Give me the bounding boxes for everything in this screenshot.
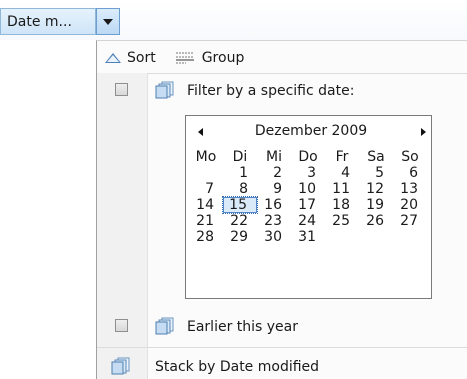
calendar-prev-icon[interactable] [198, 128, 203, 136]
calendar-empty-cell [359, 229, 393, 245]
calendar-month-title[interactable]: Dezember 2009 [226, 123, 396, 139]
calendar-day[interactable]: 17 [291, 197, 325, 213]
calendar-day[interactable]: 28 [189, 229, 223, 245]
column-header-label: Date m... [7, 13, 72, 30]
calendar-day[interactable]: 18 [325, 197, 359, 213]
stack-by-date-modified[interactable]: Stack by Date modified [155, 359, 319, 375]
filter-by-date-label[interactable]: Filter by a specific date: [187, 83, 354, 99]
popup-icon-gutter [97, 73, 148, 379]
calendar-day[interactable]: 30 [257, 229, 291, 245]
calendar-day[interactable]: 23 [257, 213, 291, 229]
sort-ascending-icon[interactable] [105, 53, 121, 63]
calendar-day[interactable]: 19 [359, 197, 393, 213]
stack-icon [155, 81, 174, 99]
calendar-day[interactable]: 25 [325, 213, 359, 229]
sort-group-row: Sort Group [105, 47, 244, 69]
calendar-day[interactable]: 12 [359, 181, 393, 197]
calendar-day[interactable]: 14 [189, 197, 223, 213]
calendar-day[interactable]: 13 [393, 181, 427, 197]
calendar-day[interactable]: 26 [359, 213, 393, 229]
filter-date-checkbox[interactable] [115, 83, 128, 96]
calendar-empty-cell [189, 165, 223, 181]
column-filter-dropdown-button[interactable] [96, 8, 120, 35]
calendar-day[interactable]: 7 [189, 181, 223, 197]
calendar-day[interactable]: 21 [189, 213, 223, 229]
weekday-header: Fr [335, 149, 349, 165]
calendar-day[interactable]: 9 [257, 181, 291, 197]
column-header-bar: Date m... [0, 0, 467, 40]
calendar-day[interactable]: 11 [325, 181, 359, 197]
stack-icon [155, 317, 174, 335]
dropdown-arrow-icon [103, 18, 113, 25]
weekday-header: Mi [266, 149, 282, 165]
weekday-header: Do [298, 149, 318, 165]
calendar-grid: Mo Di Mi Do Fr Sa So 1 2 3 4 5 6 7 8 9 10 11 12 13 14 15 16 17 1… [189, 149, 430, 245]
calendar-day[interactable]: 20 [393, 197, 427, 213]
calendar-day[interactable]: 24 [291, 213, 325, 229]
calendar-day[interactable]: 6 [393, 165, 427, 181]
calendar-next-icon[interactable] [421, 128, 426, 136]
stack-icon [111, 357, 130, 375]
calendar-day[interactable]: 4 [325, 165, 359, 181]
calendar-day[interactable]: 5 [359, 165, 393, 181]
group-icon[interactable] [174, 51, 196, 65]
sort-button[interactable]: Sort [127, 50, 156, 66]
weekday-header: So [401, 149, 419, 165]
calendar-day[interactable]: 16 [257, 197, 291, 213]
weekday-header: Sa [367, 149, 385, 165]
calendar-day[interactable]: 27 [393, 213, 427, 229]
calendar-day[interactable]: 15 [222, 196, 258, 214]
date-picker-calendar[interactable]: Dezember 2009 Mo Di Mi Do Fr Sa So 1 2 3 4 5 6 7 8 9 10 1… [185, 115, 432, 299]
separator [147, 73, 467, 74]
calendar-day[interactable]: 3 [291, 165, 325, 181]
weekday-header: Di [232, 149, 248, 165]
calendar-day[interactable]: 22 [223, 213, 257, 229]
calendar-day[interactable]: 1 [223, 165, 257, 181]
earlier-this-year-label[interactable]: Earlier this year [187, 319, 298, 335]
calendar-day[interactable]: 10 [291, 181, 325, 197]
date-modified-column-header[interactable]: Date m... [0, 8, 96, 35]
calendar-day[interactable]: 31 [291, 229, 325, 245]
group-button[interactable]: Group [202, 50, 245, 66]
separator [97, 347, 467, 348]
calendar-day[interactable]: 8 [223, 181, 257, 197]
calendar-empty-cell [393, 229, 427, 245]
weekday-header: Mo [195, 149, 217, 165]
calendar-day[interactable]: 29 [223, 229, 257, 245]
calendar-empty-cell [325, 229, 359, 245]
earlier-this-year-checkbox[interactable] [115, 319, 128, 332]
calendar-day[interactable]: 2 [257, 165, 291, 181]
